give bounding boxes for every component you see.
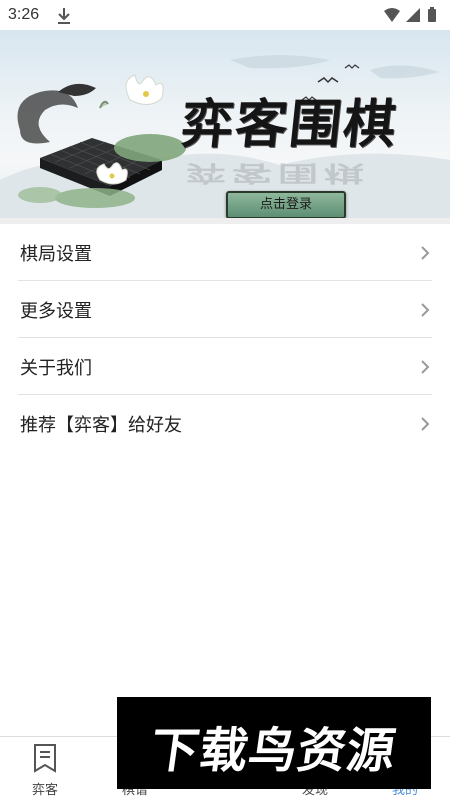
watermark-overlay: 下载鸟资源 xyxy=(117,697,431,789)
chevron-right-icon xyxy=(421,360,430,374)
battery-icon xyxy=(428,9,436,22)
menu-item-more-settings[interactable]: 更多设置 xyxy=(18,281,432,338)
status-time: 3:26 xyxy=(8,6,40,23)
wifi-icon xyxy=(384,8,400,22)
bookmark-icon xyxy=(34,744,56,773)
cell-signal-icon xyxy=(406,8,420,22)
status-bar: 3:26 xyxy=(0,0,450,30)
menu-item-recommend-friends[interactable]: 推荐【弈客】给好友 xyxy=(18,395,432,452)
chevron-right-icon xyxy=(421,417,430,431)
menu-item-game-settings[interactable]: 棋局设置 xyxy=(18,224,432,281)
menu-item-label: 棋局设置 xyxy=(20,244,92,265)
watermark-text: 下载鸟资源 xyxy=(146,723,400,779)
menu-item-label: 推荐【弈客】给好友 xyxy=(20,415,182,436)
app-title-reflection: 弈客围棋 xyxy=(186,160,370,186)
app-title: 弈客围棋 xyxy=(178,94,401,155)
system-status-icons xyxy=(384,7,436,22)
chevron-right-icon xyxy=(421,246,430,260)
nav-label: 弈客 xyxy=(31,783,58,798)
download-icon xyxy=(58,8,70,24)
login-button[interactable]: 点击登录 xyxy=(226,191,346,218)
nav-item-yike[interactable]: 弈客 xyxy=(0,737,90,800)
menu-item-label: 更多设置 xyxy=(20,301,92,322)
menu-item-label: 关于我们 xyxy=(20,358,92,379)
chevron-right-icon xyxy=(421,303,430,317)
settings-menu: 棋局设置 更多设置 关于我们 推荐【弈客】给好友 xyxy=(0,224,450,452)
header-banner: 弈客围棋 弈客围棋 点击登录 xyxy=(0,30,450,218)
menu-item-about-us[interactable]: 关于我们 xyxy=(18,338,432,395)
